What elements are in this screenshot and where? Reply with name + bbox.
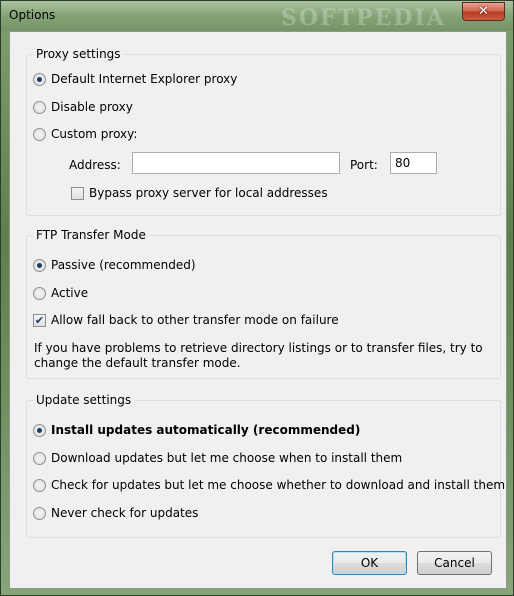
port-input[interactable]: 80 — [390, 152, 437, 174]
radio-button[interactable] — [33, 258, 46, 272]
radio-default-ie-proxy[interactable]: Default Internet Explorer proxy — [33, 72, 237, 86]
checkbox[interactable] — [71, 186, 84, 200]
proxy-settings-group: Proxy settings Default Internet Explorer… — [26, 47, 501, 216]
ftp-transfer-group: FTP Transfer Mode Passive (recommended) … — [26, 228, 501, 379]
radio-button[interactable] — [33, 127, 46, 141]
radio-install-automatically[interactable]: Install updates automatically (recommend… — [33, 423, 360, 437]
radio-label: Disable proxy — [51, 100, 133, 114]
radio-label: Default Internet Explorer proxy — [51, 72, 238, 86]
ftp-transfer-title: FTP Transfer Mode — [33, 228, 149, 242]
radio-button[interactable] — [33, 286, 46, 300]
radio-button[interactable] — [33, 506, 46, 520]
radio-label: Check for updates but let me choose whet… — [51, 478, 506, 492]
radio-button[interactable] — [33, 478, 46, 492]
update-settings-title: Update settings — [33, 393, 135, 407]
bypass-local-checkbox[interactable]: Bypass proxy server for local addresses — [71, 186, 328, 200]
port-label: Port: — [350, 158, 378, 172]
window-title: Options — [9, 8, 56, 22]
radio-label: Download updates but let me choose when … — [51, 451, 403, 465]
title-bar[interactable]: Options SOFTPEDIA ✕ — [1, 1, 513, 31]
radio-label: Active — [51, 286, 89, 300]
options-window: Options SOFTPEDIA ✕ Proxy settings Defau… — [0, 0, 514, 596]
radio-label: Passive (recommended) — [51, 258, 196, 272]
checkbox-label: Allow fall back to other transfer mode o… — [51, 313, 339, 327]
radio-passive[interactable]: Passive (recommended) — [33, 258, 196, 272]
fallback-checkbox[interactable]: ✔ Allow fall back to other transfer mode… — [33, 313, 339, 327]
address-label: Address: — [69, 158, 121, 172]
radio-never-check[interactable]: Never check for updates — [33, 506, 198, 520]
update-settings-group: Update settings Install updates automati… — [26, 393, 505, 538]
cancel-button[interactable]: Cancel — [417, 551, 492, 575]
proxy-settings-title: Proxy settings — [33, 47, 124, 61]
address-input[interactable] — [132, 152, 340, 174]
radio-label: Never check for updates — [51, 506, 199, 520]
radio-active[interactable]: Active — [33, 286, 88, 300]
radio-button[interactable] — [33, 423, 46, 437]
watermark: SOFTPEDIA — [281, 5, 446, 31]
radio-check-choose-download[interactable]: Check for updates but let me choose whet… — [33, 478, 505, 492]
transfer-mode-help-text: If you have problems to retrieve directo… — [34, 341, 483, 370]
radio-button[interactable] — [33, 100, 46, 114]
ok-button[interactable]: OK — [332, 551, 407, 575]
radio-button[interactable] — [33, 451, 46, 465]
radio-download-choose-install[interactable]: Download updates but let me choose when … — [33, 451, 402, 465]
close-button[interactable]: ✕ — [462, 2, 505, 21]
dialog-body: Proxy settings Default Internet Explorer… — [9, 31, 507, 589]
radio-custom-proxy[interactable]: Custom proxy: — [33, 127, 137, 141]
checkbox[interactable]: ✔ — [33, 313, 46, 327]
radio-label: Custom proxy: — [51, 127, 138, 141]
radio-label: Install updates automatically (recommend… — [51, 423, 361, 437]
radio-button[interactable] — [33, 72, 46, 86]
radio-disable-proxy[interactable]: Disable proxy — [33, 100, 133, 114]
checkbox-label: Bypass proxy server for local addresses — [89, 186, 328, 200]
close-icon: ✕ — [478, 4, 489, 19]
